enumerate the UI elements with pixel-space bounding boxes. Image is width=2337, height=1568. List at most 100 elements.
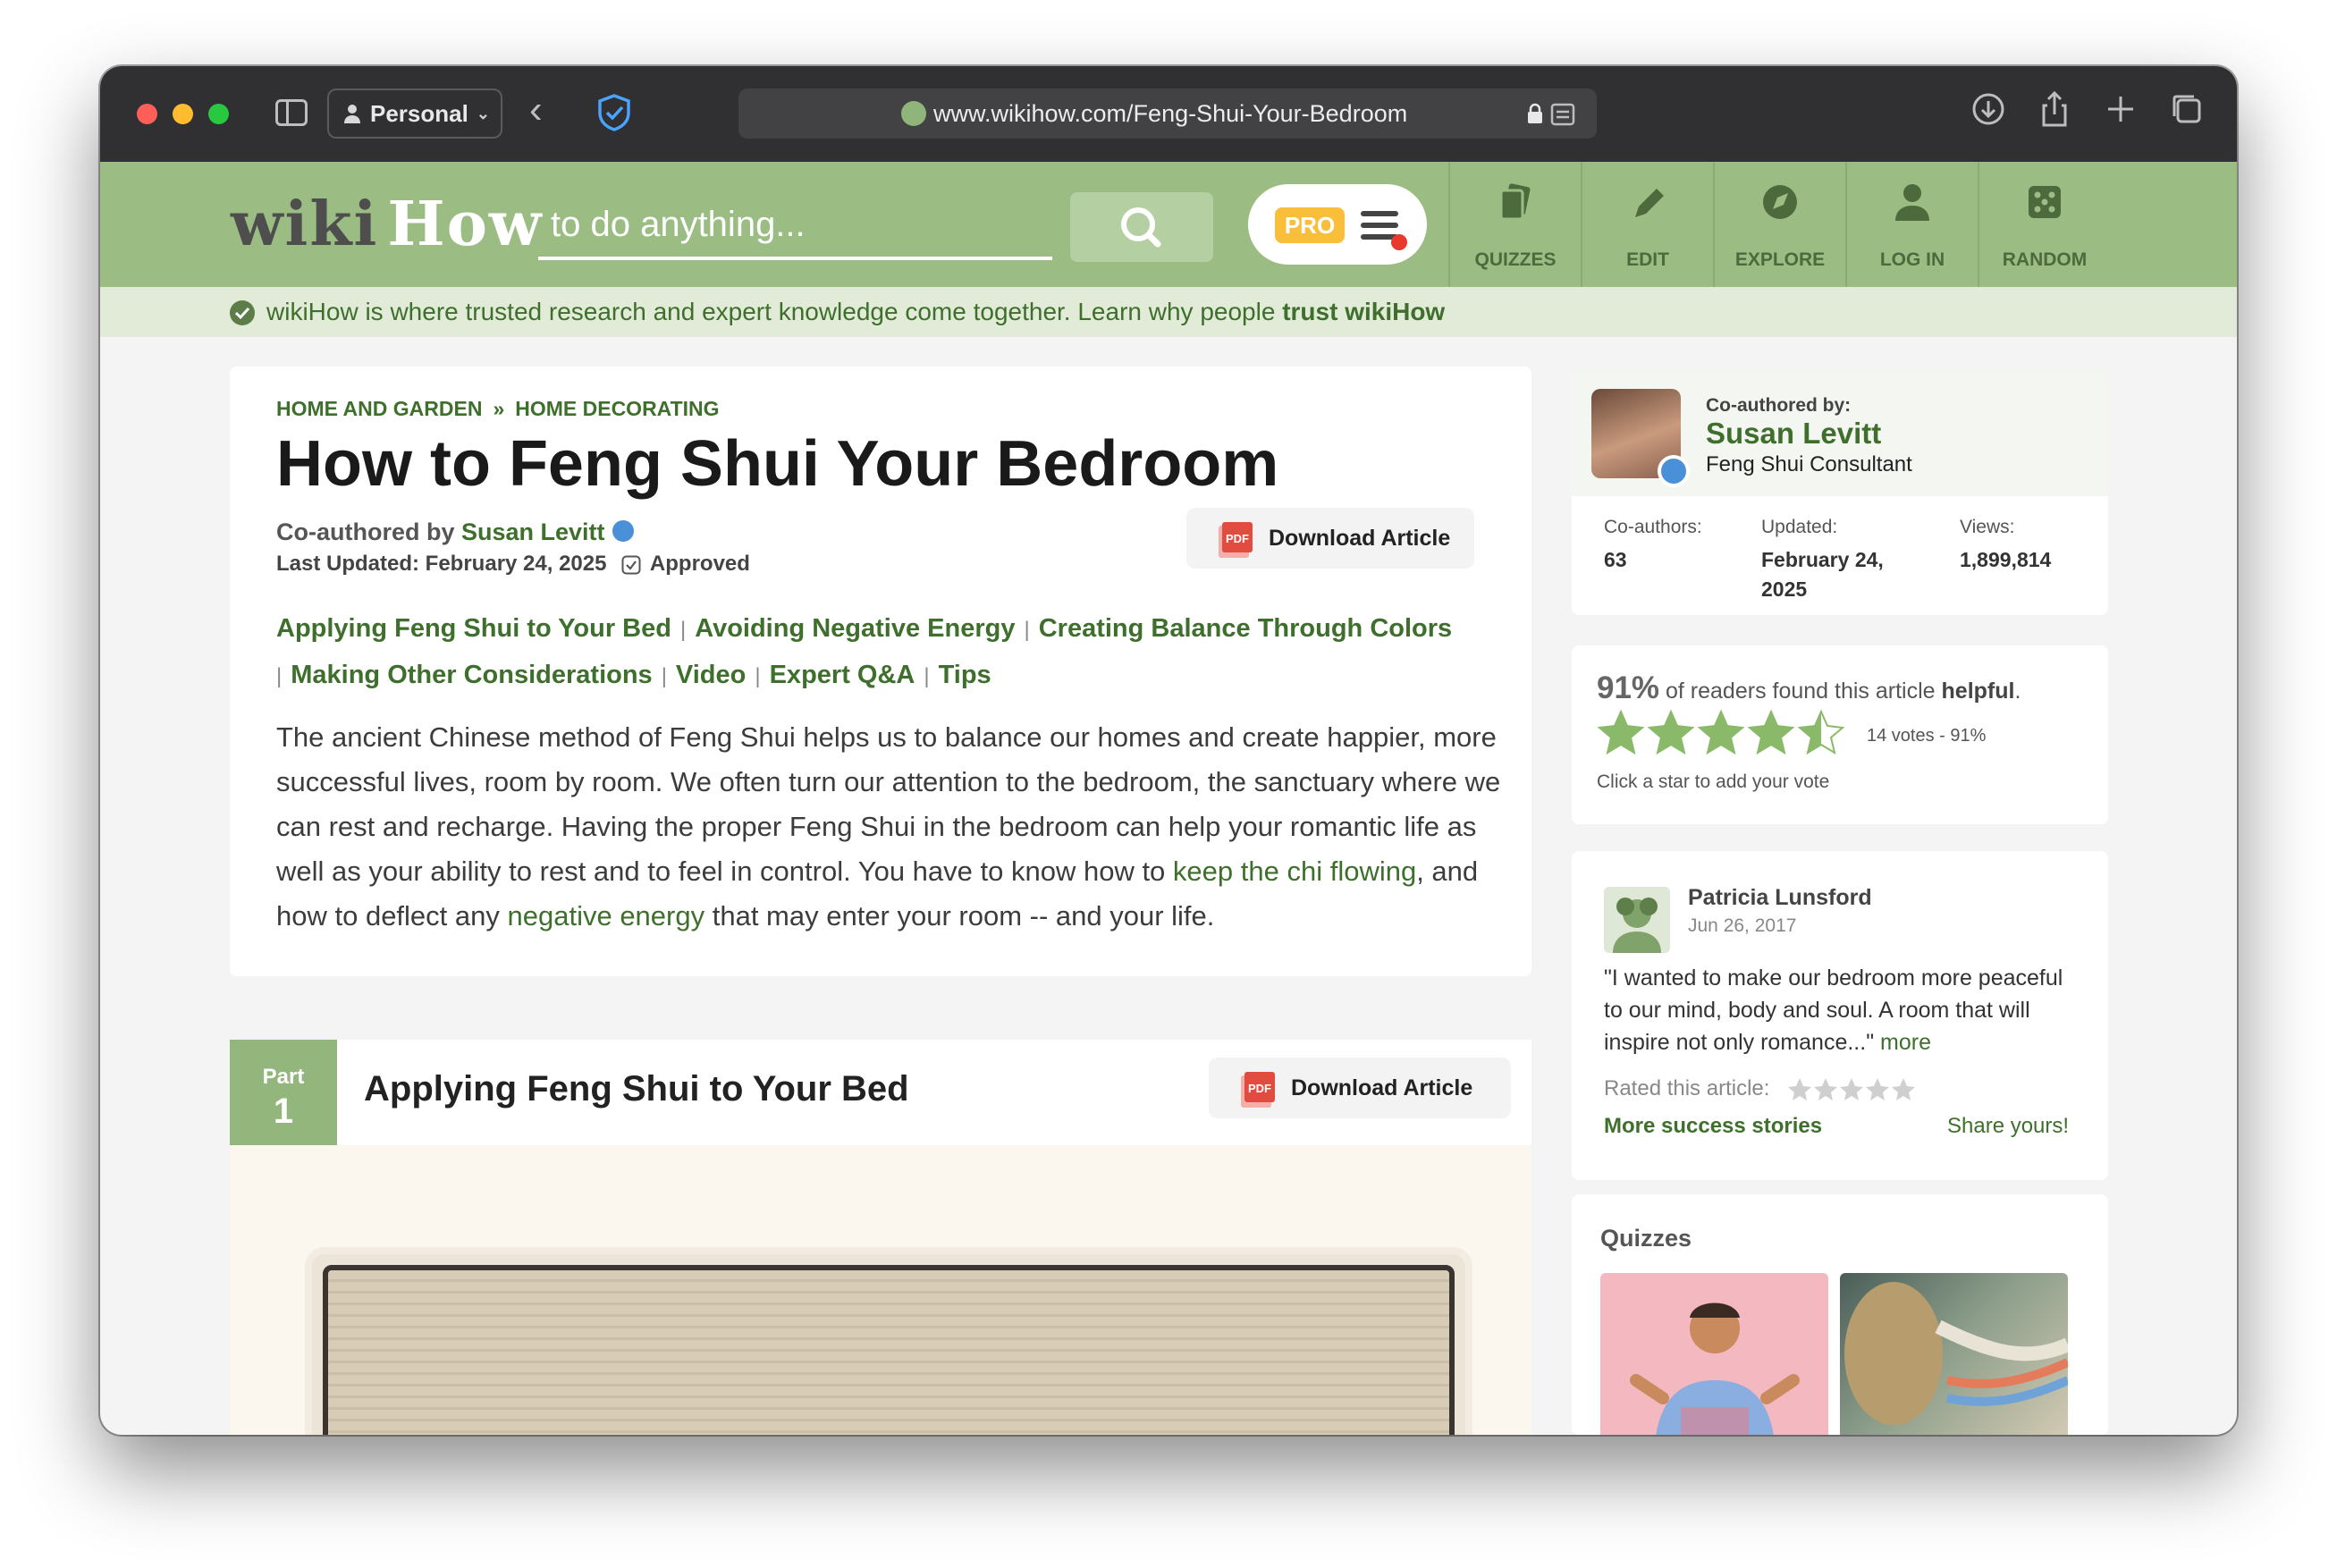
table-of-contents: Applying Feng Shui to Your Bed | Avoiding … bbox=[276, 614, 1453, 689]
toc-link[interactable]: Making Other Considerations bbox=[291, 661, 652, 689]
wikihow-logo[interactable]: wiki How bbox=[231, 189, 543, 260]
back-arrow-icon[interactable]: ‹ bbox=[529, 88, 543, 132]
compass-icon bbox=[1763, 185, 1797, 219]
zoom-window-button[interactable] bbox=[208, 104, 229, 124]
author-card-header: Co-authored by: Susan Levitt Feng Shui C… bbox=[1572, 367, 2108, 496]
reviewer-avatar bbox=[1604, 887, 1670, 953]
pdf-icon: PDF bbox=[1241, 1072, 1275, 1108]
notification-dot bbox=[1391, 234, 1407, 250]
reader-mode-icon[interactable] bbox=[1550, 103, 1575, 126]
negative-energy-link[interactable]: negative energy bbox=[508, 900, 705, 932]
site-header: wiki How to do anything... PRO QUIZZES ED… bbox=[100, 162, 2237, 287]
author-name-link[interactable]: Susan Levitt bbox=[1706, 417, 1881, 451]
toc-link[interactable]: Avoiding Negative Energy bbox=[695, 614, 1015, 643]
browser-window: Personal ⌄ ‹ www.wikihow.com/Feng-Shui-Y… bbox=[100, 66, 2237, 1435]
approved-check-icon bbox=[621, 555, 641, 575]
trust-text: wikiHow is where trusted research and ex… bbox=[266, 298, 1283, 325]
author-role: Feng Shui Consultant bbox=[1706, 452, 1912, 476]
user-icon bbox=[1895, 184, 1929, 221]
search-button[interactable] bbox=[1070, 192, 1213, 262]
rating-star[interactable] bbox=[1597, 710, 1645, 755]
part-number-badge: Part 1 bbox=[230, 1040, 337, 1145]
shrugging-man-illustration bbox=[1630, 1302, 1800, 1435]
step-illustration-image bbox=[305, 1247, 1472, 1435]
dice-icon bbox=[2029, 186, 2061, 218]
breadcrumb: HOME AND GARDEN » HOME DECORATING bbox=[276, 397, 720, 421]
pdf-icon: PDF bbox=[1219, 522, 1253, 558]
toc-link[interactable]: Tips bbox=[939, 661, 991, 689]
coauthors-stat: Co-authors: 63 bbox=[1604, 517, 1702, 571]
person-icon bbox=[344, 105, 360, 123]
nav-edit[interactable]: EDIT bbox=[1581, 162, 1713, 287]
close-window-button[interactable] bbox=[137, 104, 157, 124]
review-text: "I wanted to make our bedroom more peace… bbox=[1604, 965, 2063, 1055]
reader-success-story: Patricia Lunsford Jun 26, 2017 "I wanted… bbox=[1572, 851, 2108, 1180]
approved-label[interactable]: Approved bbox=[650, 552, 750, 576]
quizzes-heading: Quizzes bbox=[1600, 1225, 1692, 1252]
nav-random[interactable]: RANDOM bbox=[1978, 162, 2110, 287]
sidebar-toggle-icon[interactable] bbox=[275, 99, 308, 126]
rating-star[interactable] bbox=[1797, 710, 1845, 755]
nav-login[interactable]: LOG IN bbox=[1845, 162, 1978, 287]
keep-chi-flowing-link[interactable]: keep the chi flowing bbox=[1173, 856, 1416, 887]
nav-quizzes[interactable]: QUIZZES bbox=[1448, 162, 1581, 287]
vote-hint: Click a star to add your vote bbox=[1597, 771, 1830, 792]
trust-banner: wikiHow is where trusted research and ex… bbox=[100, 287, 2237, 337]
search-input[interactable]: to do anything... bbox=[538, 189, 1052, 260]
share-yours-link[interactable]: Share yours! bbox=[1947, 1114, 2069, 1139]
quiz-thumbnail-woman[interactable] bbox=[1840, 1273, 2068, 1435]
browser-toolbar: Personal ⌄ ‹ www.wikihow.com/Feng-Shui-Y… bbox=[100, 66, 2237, 162]
lock-icon bbox=[1528, 103, 1542, 123]
rating-star[interactable] bbox=[1647, 710, 1695, 755]
toc-link[interactable]: Video bbox=[676, 661, 746, 689]
rating-star[interactable] bbox=[1747, 710, 1795, 755]
author-card: Co-authored by: Susan Levitt Feng Shui C… bbox=[1572, 367, 2108, 615]
breadcrumb-home-decorating[interactable]: HOME DECORATING bbox=[515, 397, 719, 420]
profile-label: Personal bbox=[370, 100, 468, 127]
reviewer-person-icon bbox=[1613, 898, 1661, 953]
rating-star[interactable] bbox=[1697, 710, 1745, 755]
breadcrumb-home-and-garden[interactable]: HOME AND GARDEN bbox=[276, 397, 482, 420]
search-icon bbox=[1121, 207, 1161, 248]
avatar[interactable] bbox=[1591, 389, 1690, 487]
share-icon[interactable] bbox=[2035, 89, 2074, 129]
nav-explore[interactable]: EXPLORE bbox=[1713, 162, 1845, 287]
quiz-thumbnail-shrug[interactable] bbox=[1600, 1273, 1828, 1435]
author-link[interactable]: Susan Levitt bbox=[461, 518, 605, 545]
address-bar[interactable]: www.wikihow.com/Feng-Shui-Your-Bedroom bbox=[738, 89, 1597, 139]
new-tab-icon[interactable] bbox=[2101, 89, 2140, 129]
breadcrumb-separator: » bbox=[493, 397, 505, 420]
review-date: Jun 26, 2017 bbox=[1688, 915, 1797, 936]
toc-link[interactable]: Expert Q&A bbox=[770, 661, 915, 689]
downloads-icon[interactable] bbox=[1969, 89, 2008, 129]
pro-menu-button[interactable]: PRO bbox=[1248, 184, 1427, 265]
star-rating[interactable] bbox=[1597, 710, 1847, 758]
toc-link[interactable]: Applying Feng Shui to Your Bed bbox=[276, 614, 671, 643]
quizzes-card: Quizzes bbox=[1572, 1194, 2108, 1435]
rated-label: Rated this article: bbox=[1604, 1076, 1770, 1100]
trust-link[interactable]: trust wikiHow bbox=[1282, 298, 1445, 325]
privacy-shield-icon[interactable] bbox=[597, 93, 631, 132]
url-text: www.wikihow.com/Feng-Shui-Your-Bedroom bbox=[933, 100, 1408, 127]
verified-badge-icon bbox=[230, 300, 255, 325]
pro-badge: PRO bbox=[1275, 207, 1345, 243]
site-favicon-icon bbox=[901, 101, 926, 126]
part-title: Applying Feng Shui to Your Bed bbox=[364, 1069, 909, 1109]
chevron-down-icon: ⌄ bbox=[476, 105, 490, 122]
minimize-window-button[interactable] bbox=[173, 104, 193, 124]
pencil-icon bbox=[1635, 189, 1664, 217]
review-more-link[interactable]: more bbox=[1880, 1030, 1931, 1055]
article-intro: The ancient Chinese method of Feng Shui … bbox=[276, 721, 1501, 932]
tab-overview-icon[interactable] bbox=[2167, 89, 2206, 129]
review-rating-stars bbox=[1788, 1078, 1915, 1100]
more-success-stories-link[interactable]: More success stories bbox=[1604, 1114, 1822, 1139]
toc-link[interactable]: Creating Balance Through Colors bbox=[1039, 614, 1452, 643]
quizzes-icon bbox=[1499, 183, 1531, 221]
part-download-article-button[interactable]: PDF Download Article bbox=[1209, 1058, 1511, 1118]
reviewer-name: Patricia Lunsford bbox=[1688, 885, 1872, 910]
profile-selector[interactable]: Personal ⌄ bbox=[327, 89, 502, 139]
download-article-button[interactable]: PDF Download Article bbox=[1186, 508, 1474, 569]
bed-headboard-illustration bbox=[323, 1265, 1455, 1435]
page-title: How to Feng Shui Your Bedroom bbox=[276, 428, 1279, 500]
coauthor-line: Co-authored by Susan Levitt bbox=[276, 518, 634, 546]
